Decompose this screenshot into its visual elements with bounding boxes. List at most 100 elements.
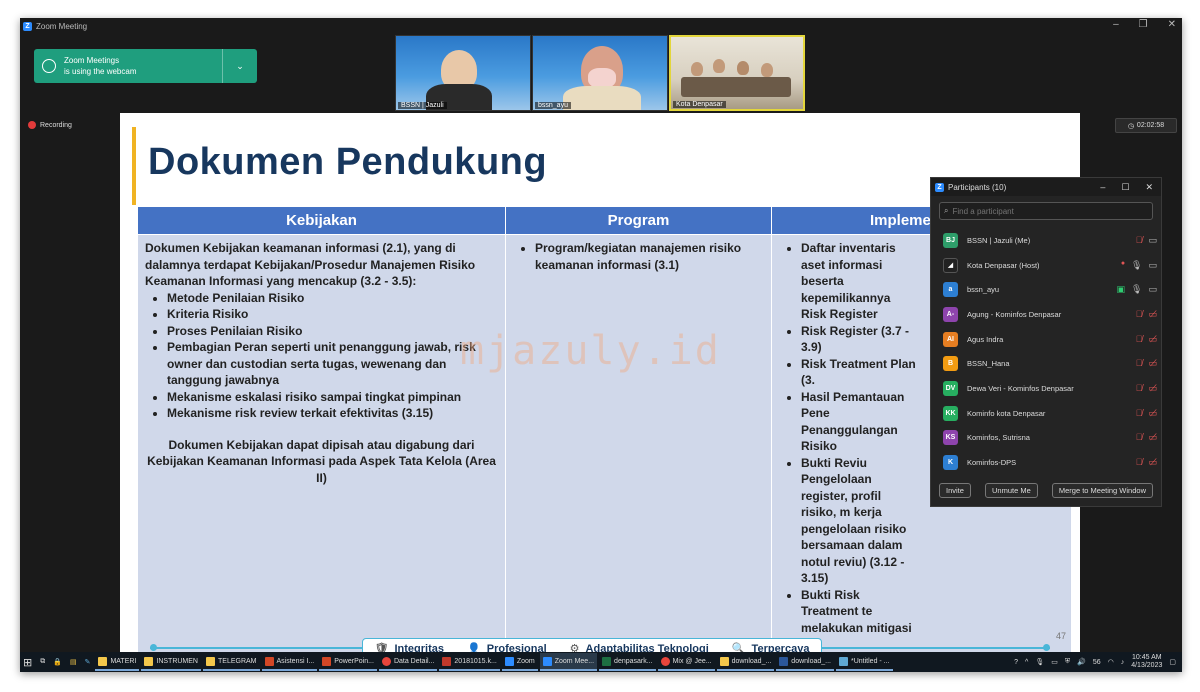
camera-icon[interactable]: ▭ <box>1148 284 1157 295</box>
mic-muted-icon[interactable]: 🎙̸ <box>1136 358 1143 369</box>
participant-row[interactable]: KK Kominfo kota Denpasar 🎙̸ ▭̸ <box>931 401 1161 426</box>
wifi-icon[interactable]: ◠ <box>1108 658 1114 666</box>
close-button[interactable]: ✕ <box>1168 19 1176 30</box>
panel-close-button[interactable]: ✕ <box>1145 182 1153 193</box>
video-tile-ayu[interactable]: bssn_ayu <box>532 35 668 111</box>
taskbar-item[interactable]: denpasark... <box>599 653 656 671</box>
microphone-icon[interactable]: 🎙 <box>1035 658 1044 666</box>
taskbar-item-label: Data Detail... <box>393 657 435 665</box>
participant-row[interactable]: ◢ Kota Denpasar (Host) ● 🎙 ▭ <box>931 253 1161 278</box>
mic-icon[interactable]: 🎙 <box>1131 260 1142 271</box>
participant-row[interactable]: AI Agus Indra 🎙̸ ▭̸ <box>931 327 1161 352</box>
powerpoint-icon <box>264 656 274 666</box>
taskbar-item[interactable]: Mix @ Jee... <box>657 653 715 671</box>
camera-icon[interactable]: ▭ <box>1148 260 1157 271</box>
mic-muted-icon[interactable]: 🎙̸ <box>1136 457 1143 468</box>
chevron-down-icon[interactable]: ⌄ <box>223 61 257 72</box>
participant-row[interactable]: DV Dewa Veri - Kominfos Denpasar 🎙̸ ▭̸ <box>931 376 1161 401</box>
taskbar-item[interactable]: Zoom <box>501 653 538 671</box>
camera-off-icon[interactable]: ▭̸ <box>1148 432 1157 443</box>
participant-search-input[interactable] <box>952 206 1133 216</box>
mic-muted-icon[interactable]: 🎙̸ <box>1136 408 1143 419</box>
help-icon[interactable]: ? <box>1014 659 1018 666</box>
maximize-button[interactable]: ❐ <box>1139 19 1148 30</box>
volume-icon[interactable]: 🔊 <box>1077 658 1086 666</box>
taskbar-item-label: 20181015.k... <box>454 657 497 665</box>
network-icon[interactable]: ▭ <box>1051 658 1058 666</box>
browser-icon <box>381 656 391 666</box>
list-item: Mekanisme risk review terkait efektivita… <box>167 405 498 422</box>
unmute-me-button[interactable]: Unmute Me <box>985 483 1038 498</box>
slide-title: Dokumen Pendukung <box>148 141 548 183</box>
camera-off-icon[interactable]: ▭̸ <box>1148 358 1157 369</box>
mic-muted-icon[interactable]: 🎙̸ <box>1136 235 1143 246</box>
avatar: AI <box>943 331 958 347</box>
taskbar-item[interactable]: Asistensi I... <box>261 653 318 671</box>
taskbar-item-label: Zoom Mee... <box>554 657 595 665</box>
participant-search[interactable]: ⌕ <box>939 202 1153 220</box>
camera-off-icon[interactable]: ▭̸ <box>1148 457 1157 468</box>
participant-row[interactable]: BJ BSSN | Jazuli (Me) 🎙̸ ▭ <box>931 228 1161 253</box>
taskbar-item[interactable]: 20181015.k... <box>439 653 500 671</box>
camera-off-icon[interactable]: ▭̸ <box>1148 334 1157 345</box>
mic-muted-icon[interactable]: 🎙̸ <box>1136 432 1143 443</box>
task-view-icon[interactable]: ⧉ <box>37 653 48 671</box>
panel-minimize-button[interactable]: – <box>1100 182 1105 193</box>
mic-muted-icon[interactable]: 🎙̸ <box>1136 334 1143 345</box>
minimize-button[interactable]: – <box>1113 19 1119 30</box>
avatar: A- <box>943 306 958 322</box>
taskbar-item-label: download_... <box>791 657 831 665</box>
taskbar-clock[interactable]: 10:45 AM 4/13/2023 <box>1131 654 1162 670</box>
camera-icon[interactable]: ▭ <box>1148 235 1157 246</box>
taskbar-item[interactable]: download_... <box>776 653 834 671</box>
meeting-timer[interactable]: ◷ 02:02:58 <box>1115 118 1177 133</box>
participant-row[interactable]: A- Agung - Kominfos Denpasar 🎙̸ ▭̸ <box>931 302 1161 327</box>
camera-off-icon[interactable]: ▭̸ <box>1148 408 1157 419</box>
lock-icon[interactable]: 🔒 <box>50 653 65 671</box>
participant-row[interactable]: B BSSN_Hana 🎙̸ ▭̸ <box>931 351 1161 376</box>
taskbar-item-label: Asistensi I... <box>276 657 315 665</box>
mic-muted-icon[interactable]: 🎙̸ <box>1136 309 1143 320</box>
participant-row[interactable]: K Kominfos-DPS 🎙̸ ▭̸ <box>931 450 1161 475</box>
meeting-table <box>681 77 791 97</box>
folder-icon[interactable]: ▤ <box>67 653 80 671</box>
taskbar-item[interactable]: PowerPoin... <box>319 653 377 671</box>
taskbar-item[interactable]: download_... <box>716 653 775 671</box>
footer-dot-left <box>150 644 157 651</box>
mic-muted-icon[interactable]: 🎙̸ <box>1136 383 1143 394</box>
taskbar-item[interactable]: MATERI <box>95 653 140 671</box>
camera-off-icon[interactable]: ▭̸ <box>1148 309 1157 320</box>
invite-button[interactable]: Invite <box>939 483 971 498</box>
taskbar-item[interactable]: Zoom Mee... <box>539 653 598 671</box>
windows-start-icon[interactable]: ⊞ <box>20 653 35 671</box>
participant-name: Kominfo kota Denpasar <box>967 408 1046 418</box>
participant-name: Agus Indra <box>967 334 1004 344</box>
participant-name: Agung - Kominfos Denpasar <box>967 309 1062 319</box>
mic-icon[interactable]: 🎙 <box>1131 284 1142 295</box>
video-tile-kota-denpasar[interactable]: Kota Denpasar <box>669 35 805 111</box>
participant-row[interactable]: a bssn_ayu ▣ 🎙 ▭ <box>931 277 1161 302</box>
pen-icon[interactable]: ✎ <box>82 653 94 671</box>
taskbar-item[interactable]: *Untitled - ... <box>836 653 893 671</box>
cell-kebijakan: Dokumen Kebijakan keamanan informasi (2.… <box>137 234 506 659</box>
taskbar-item[interactable]: INSTRUMEN <box>141 653 201 671</box>
zoom-window: Z Zoom Meeting – ❐ ✕ Zoom Meetings is us… <box>20 18 1182 672</box>
merge-window-button[interactable]: Merge to Meeting Window <box>1051 483 1153 498</box>
panel-maximize-button[interactable]: ☐ <box>1121 182 1129 193</box>
participant-name: Dewa Veri - Kominfos Denpasar <box>967 383 1074 393</box>
notification-icon[interactable]: ▢ <box>1169 658 1176 666</box>
record-icon <box>28 121 36 129</box>
speaker-icon[interactable]: ♪ <box>1121 659 1125 666</box>
taskbar-item-label: *Untitled - ... <box>851 657 890 665</box>
taskbar-item[interactable]: Data Detail... <box>378 653 438 671</box>
list-item: Proses Penilaian Risiko <box>167 323 498 340</box>
participant-row[interactable]: KS Kominfos, Sutrisna 🎙̸ ▭̸ <box>931 426 1161 451</box>
webcam-notification[interactable]: Zoom Meetings is using the webcam ⌄ <box>34 49 257 83</box>
video-tile-jazuli[interactable]: BSSN | Jazuli <box>395 35 531 111</box>
taskbar-item[interactable]: TELEGRAM <box>203 653 260 671</box>
camera-off-icon[interactable]: ▭̸ <box>1148 383 1157 394</box>
recording-indicator[interactable]: Recording <box>28 121 72 129</box>
taskbar-item-label: MATERI <box>110 657 137 665</box>
shield-icon[interactable]: ⛨ <box>1065 658 1070 666</box>
chevron-up-icon[interactable]: ^ <box>1025 659 1028 666</box>
